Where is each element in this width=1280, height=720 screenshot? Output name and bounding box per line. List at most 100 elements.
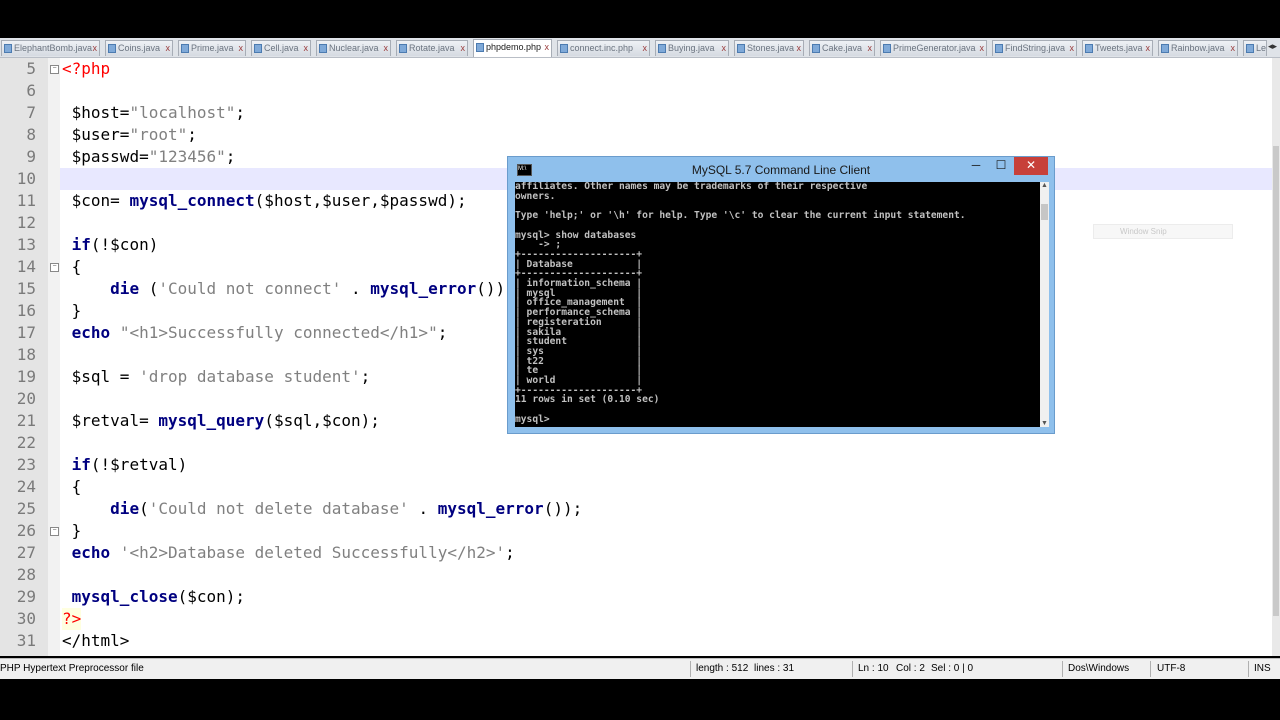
file-icon xyxy=(658,44,666,53)
fold-toggle-icon[interactable]: − xyxy=(50,527,59,536)
code-line-5: <?php xyxy=(62,59,111,78)
code-line-9: $passwd="123456"; xyxy=(71,147,236,166)
line-number: 14 xyxy=(16,257,36,276)
tab-elephantbomb[interactable]: ElephantBomb.java x xyxy=(1,40,100,56)
close-tab-icon[interactable]: x xyxy=(1231,41,1236,56)
line-number: 15 xyxy=(16,279,36,298)
status-file-type: PHP Hypertext Preprocessor file xyxy=(0,663,144,674)
code-line-14: { xyxy=(71,257,82,276)
scrollbar-thumb[interactable] xyxy=(1273,146,1279,616)
line-number: 27 xyxy=(16,543,36,562)
code-line-13: if(!$con) xyxy=(71,235,159,254)
close-tab-icon[interactable]: x xyxy=(722,41,727,56)
line-number: 28 xyxy=(16,565,36,584)
tab-stones[interactable]: Stones.java x xyxy=(734,40,804,56)
status-separator xyxy=(1248,661,1249,677)
file-icon xyxy=(883,44,891,53)
line-number: 21 xyxy=(16,411,36,430)
code-line-29: mysql_close($con); xyxy=(71,587,246,606)
file-icon xyxy=(1246,44,1254,53)
close-tab-icon[interactable]: x xyxy=(239,41,244,56)
close-tab-icon[interactable]: x xyxy=(545,40,550,55)
line-number: 30 xyxy=(16,609,36,628)
mysql-window-titlebar[interactable]: M:\ MySQL 5.7 Command Line Client ─ ☐ ✕ xyxy=(508,157,1054,181)
close-tab-icon[interactable]: x xyxy=(384,41,389,56)
line-number: 25 xyxy=(16,499,36,518)
status-separator xyxy=(852,661,853,677)
top-letterbox xyxy=(0,0,1280,38)
mysql-console-window[interactable]: M:\ MySQL 5.7 Command Line Client ─ ☐ ✕ … xyxy=(507,156,1055,434)
code-line-21: $retval= mysql_query($sql,$con); xyxy=(71,411,380,430)
code-line-17: echo "<h1>Successfully connected</h1>"; xyxy=(71,323,448,342)
close-tab-icon[interactable]: x xyxy=(643,41,648,56)
code-line-26: } xyxy=(71,521,82,540)
line-number: 12 xyxy=(16,213,36,232)
tab-connect-inc[interactable]: connect.inc.php x xyxy=(557,40,650,56)
tab-scroll-arrows-icon[interactable]: ◂▸ xyxy=(1268,41,1277,52)
tab-prime[interactable]: Prime.java x xyxy=(178,40,246,56)
tab-rotate[interactable]: Rotate.java x xyxy=(396,40,468,56)
line-number: 8 xyxy=(26,125,36,144)
tab-tweets[interactable]: Tweets.java x xyxy=(1082,40,1153,56)
line-number: 11 xyxy=(16,191,36,210)
line-number: 5 xyxy=(26,59,36,78)
file-icon xyxy=(319,44,327,53)
file-icon xyxy=(181,44,189,53)
close-tab-icon[interactable]: x xyxy=(93,41,98,56)
status-separator xyxy=(1150,661,1151,677)
editor-scrollbar[interactable] xyxy=(1272,58,1280,656)
tab-coins[interactable]: Coins.java x xyxy=(105,40,173,56)
close-tab-icon[interactable]: x xyxy=(797,41,802,56)
code-line-15: die ('Could not connect' . mysql_error()… xyxy=(110,279,515,298)
status-selection: Sel : 0 | 0 xyxy=(931,663,974,674)
status-eol: Dos\Windows xyxy=(1068,663,1130,674)
tab-cell[interactable]: Cell.java x xyxy=(251,40,311,56)
status-line: Ln : 10 xyxy=(858,663,889,674)
line-number: 17 xyxy=(16,323,36,342)
status-lines: lines : 31 xyxy=(754,663,795,674)
console-output[interactable]: affiliates. Other names may be trademark… xyxy=(515,182,1040,427)
line-number: 7 xyxy=(26,103,36,122)
code-line-25: die('Could not delete database' . mysql_… xyxy=(110,499,583,518)
close-tab-icon[interactable]: x xyxy=(1070,41,1075,56)
tab-nuclear[interactable]: Nuclear.java x xyxy=(316,40,391,56)
line-number: 20 xyxy=(16,389,36,408)
line-number: 22 xyxy=(16,433,36,452)
code-line-31: </html> xyxy=(62,631,130,650)
tab-buying[interactable]: Buying.java x xyxy=(655,40,729,56)
status-column: Col : 2 xyxy=(896,663,925,674)
file-icon xyxy=(108,44,116,53)
status-encoding: UTF-8 xyxy=(1157,663,1186,674)
tab-findstring[interactable]: FindString.java x xyxy=(992,40,1077,56)
code-line-11: $con= mysql_connect($host,$user,$passwd)… xyxy=(71,191,467,210)
line-number: 31 xyxy=(16,631,36,650)
scroll-down-icon[interactable]: ▼ xyxy=(1040,420,1049,427)
close-tab-icon[interactable]: x xyxy=(461,41,466,56)
console-scrollbar[interactable]: ▲ ▼ xyxy=(1040,182,1049,427)
tab-bar: ElephantBomb.java x Coins.java x Prime.jav… xyxy=(0,38,1280,58)
scroll-up-icon[interactable]: ▲ xyxy=(1040,182,1049,189)
status-separator xyxy=(1062,661,1063,677)
close-tab-icon[interactable]: x xyxy=(1146,41,1151,56)
maximize-button[interactable]: ☐ xyxy=(989,157,1013,175)
status-bar: PHP Hypertext Preprocessor file length :… xyxy=(0,658,1280,679)
tab-primegenerator[interactable]: PrimeGenerator.java x xyxy=(880,40,987,56)
close-tab-icon[interactable]: x xyxy=(304,41,309,56)
tab-cake[interactable]: Cake.java x xyxy=(809,40,875,56)
close-button[interactable]: ✕ xyxy=(1014,157,1048,175)
fold-toggle-icon[interactable]: − xyxy=(50,65,59,74)
tab-rainbow[interactable]: Rainbow.java x xyxy=(1158,40,1238,56)
code-line-24: { xyxy=(71,477,82,496)
close-tab-icon[interactable]: x xyxy=(166,41,171,56)
close-tab-icon[interactable]: x xyxy=(868,41,873,56)
console-scroll-thumb[interactable] xyxy=(1041,204,1048,220)
tab-le[interactable]: Le xyxy=(1243,40,1267,56)
file-icon xyxy=(737,44,745,53)
close-tab-icon[interactable]: x xyxy=(980,41,985,56)
minimize-button[interactable]: ─ xyxy=(964,157,988,175)
line-number: 18 xyxy=(16,345,36,364)
file-icon xyxy=(4,44,12,53)
tab-phpdemo[interactable]: phpdemo.php x xyxy=(473,39,552,57)
line-number: 26 xyxy=(16,521,36,540)
fold-toggle-icon[interactable]: − xyxy=(50,263,59,272)
